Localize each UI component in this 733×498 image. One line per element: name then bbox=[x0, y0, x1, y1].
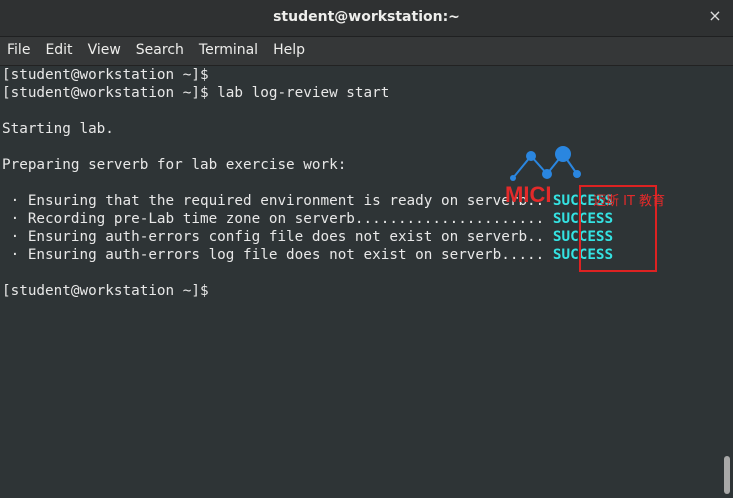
terminal-output[interactable]: [student@workstation ~]$ [student@worksta… bbox=[0, 66, 722, 498]
menu-edit[interactable]: Edit bbox=[38, 37, 80, 65]
close-icon[interactable]: × bbox=[707, 8, 723, 24]
task-line: · Ensuring auth-errors log file does not… bbox=[2, 246, 614, 264]
task-line: · Ensuring auth-errors config file does … bbox=[2, 228, 614, 246]
terminal-line: Starting lab. bbox=[2, 121, 114, 137]
window-title: student@workstation:~ bbox=[273, 9, 460, 25]
scrollbar-thumb[interactable] bbox=[724, 456, 730, 494]
terminal-line: [student@workstation ~]$ bbox=[2, 67, 209, 83]
task-text: · Ensuring auth-errors log file does not… bbox=[2, 247, 553, 263]
menu-search[interactable]: Search bbox=[129, 37, 192, 65]
task-line: · Recording pre-Lab time zone on serverb… bbox=[2, 210, 614, 228]
vertical-scrollbar[interactable] bbox=[722, 66, 733, 498]
task-text: · Recording pre-Lab time zone on serverb… bbox=[2, 211, 553, 227]
task-text: · Ensuring auth-errors config file does … bbox=[2, 229, 553, 245]
menu-terminal[interactable]: Terminal bbox=[192, 37, 266, 65]
final-prompt: [student@workstation ~]$ bbox=[2, 283, 209, 299]
watermark-mici-text: MICI bbox=[505, 182, 551, 207]
menu-file[interactable]: File bbox=[0, 37, 38, 65]
menu-help[interactable]: Help bbox=[266, 37, 313, 65]
menu-view[interactable]: View bbox=[81, 37, 129, 65]
watermark-caption: 迈斯 IT 教育 bbox=[593, 194, 666, 209]
title-bar[interactable]: student@workstation:~ × bbox=[0, 0, 733, 37]
menu-bar: File Edit View Search Terminal Help bbox=[0, 37, 733, 66]
watermark-logo: MICI 迈斯 IT 教育 bbox=[505, 146, 677, 209]
terminal-line: [student@workstation ~]$ lab log-review … bbox=[2, 85, 390, 101]
task-text: · Ensuring that the required environment… bbox=[2, 193, 553, 209]
terminal-window: student@workstation:~ × File Edit View Sear… bbox=[0, 0, 733, 498]
